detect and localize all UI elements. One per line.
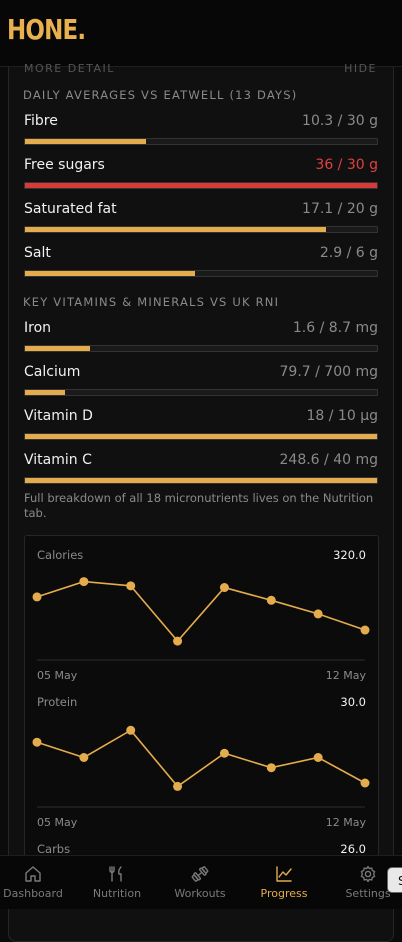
gear-icon [360,865,376,883]
vitamins-title: KEY VITAMINS & MINERALS VS UK RNI [23,295,280,309]
progress-fill [25,227,326,232]
dumbbell-icon [191,866,209,882]
nutrient-row: Iron 1.6 / 8.7 mg [23,320,378,360]
nutrient-name: Calcium [24,364,81,380]
fork-knife-icon [109,866,122,882]
progress-fill [25,183,377,188]
nav-dashboard[interactable]: Dashboard [0,856,73,909]
data-point [79,753,89,762]
protein-line-chart [32,725,370,808]
calories-chart: Calories 320.0 05 May 12 May [25,548,378,688]
nutrient-value: 248.6 / 40 mg [279,452,379,468]
data-point [126,581,136,591]
progress-fill [25,478,377,483]
home-icon [25,866,41,882]
data-point [219,583,229,593]
app-header: HONE. [0,0,402,67]
nav-nutrition[interactable]: Nutrition [77,856,157,909]
progress-fill [25,390,66,395]
nutrient-value: 79.7 / 700 mg [279,364,379,380]
progress-track [24,345,378,352]
nav-label: Nutrition [92,887,142,900]
nutrient-value: 17.1 / 20 g [302,201,378,217]
progress-fill [25,139,146,144]
data-point [266,595,276,605]
nav-label: Workouts [174,887,226,900]
progress-fill [25,346,90,351]
nutrient-value: 36 / 30 g [315,157,378,173]
progress-track [24,182,378,189]
hide-detail-link[interactable]: HIDE [344,62,377,75]
nutrient-row: Vitamin C 248.6 / 40 mg [23,452,378,492]
nutrient-value: 1.6 / 8.7 mg [292,320,378,336]
data-point [219,748,229,758]
chart-start-date: 05 May [37,816,78,829]
chart-start-date: 05 May [37,669,78,682]
nav-workouts[interactable]: Workouts [160,856,240,909]
progress-track [24,389,378,396]
data-point [266,763,276,773]
nutrient-row: Free sugars 36 / 30 g [23,157,378,197]
trend-charts: Calories 320.0 05 May 12 May Protein 30.… [24,535,379,877]
nutrient-row: Fibre 10.3 / 30 g [23,113,378,153]
data-point [173,781,183,791]
micronutrients-note: Full breakdown of all 18 micronutrients … [24,491,374,520]
data-point [313,609,323,619]
progress-track [24,138,378,145]
progress-track [24,270,378,277]
daily-averages-title: DAILY AVERAGES VS EATWELL (13 DAYS) [23,88,298,102]
nav-label: Progress [260,887,308,900]
progress-track [24,477,378,484]
nutrient-row: Vitamin D 18 / 10 µg [23,408,378,448]
nutrient-name: Salt [24,245,51,261]
data-point [32,737,42,747]
nav-progress[interactable]: Progress [244,856,324,909]
nutrient-name: Saturated fat [24,201,117,217]
chart-end-date: 12 May [325,669,366,682]
chart-end-date: 12 May [325,816,366,829]
data-point [313,753,323,762]
progress-fill [25,271,196,276]
data-point [360,625,370,635]
data-point [79,577,89,587]
nutrient-value: 10.3 / 30 g [302,113,378,129]
bottom-nav: Dashboard Nutrition Workouts Progress Se… [0,855,402,909]
data-point [173,636,183,646]
toast-notification[interactable]: S [387,867,402,893]
nutrient-name: Free sugars [24,157,105,173]
data-point [360,778,370,788]
chart-label: Carbs [37,842,71,856]
data-point [126,725,136,735]
progress-fill [25,434,377,439]
app-logo[interactable]: HONE. [7,13,86,46]
nutrient-name: Fibre [24,113,58,129]
chart-max-value: 26.0 [340,842,366,856]
progress-track [24,433,378,440]
nutrient-row: Salt 2.9 / 6 g [23,245,378,285]
nutrient-value: 2.9 / 6 g [319,245,378,261]
nutrient-row: Calcium 79.7 / 700 mg [23,364,378,404]
more-detail-heading: MORE DETAIL [24,62,115,75]
nav-label: Dashboard [3,887,63,900]
protein-chart: Protein 30.0 05 May 12 May [25,695,378,835]
nutrient-name: Iron [24,320,52,336]
progress-track [24,226,378,233]
chart-icon [276,866,292,882]
nutrient-name: Vitamin C [24,452,92,468]
calories-line-chart [32,577,370,661]
nutrient-row: Saturated fat 17.1 / 20 g [23,201,378,241]
data-point [32,592,42,602]
nutrient-name: Vitamin D [24,408,93,424]
nutrient-value: 18 / 10 µg [306,408,379,424]
